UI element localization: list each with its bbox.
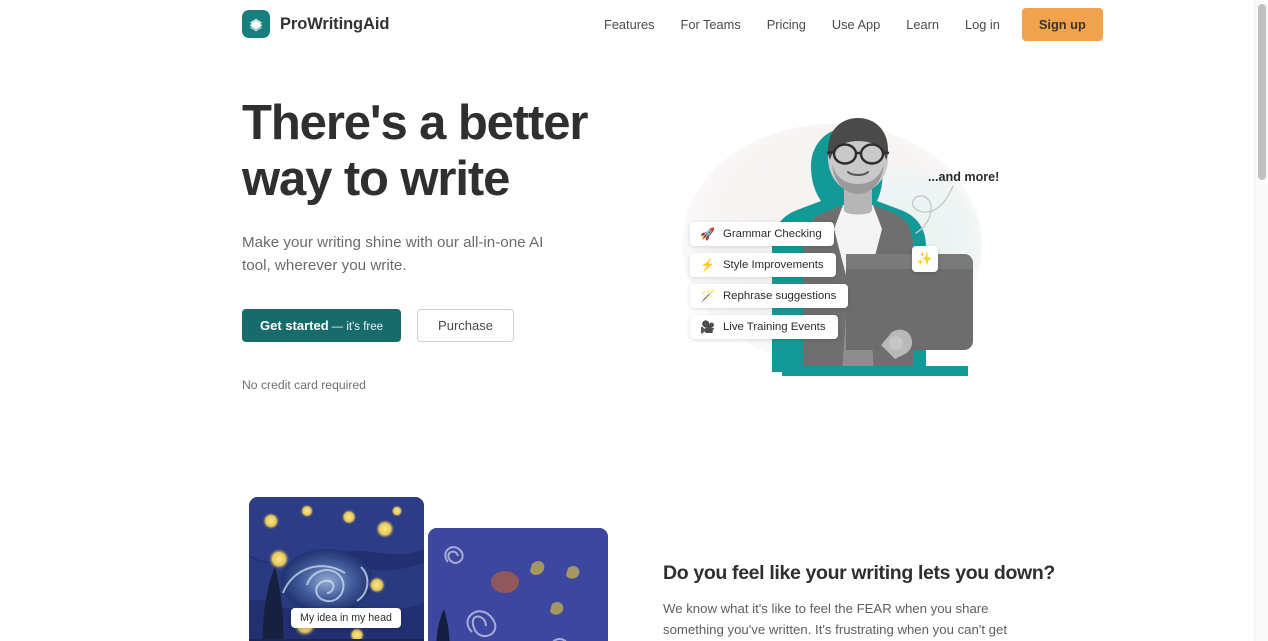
scrollbar-thumb[interactable] — [1258, 4, 1266, 180]
get-started-button[interactable]: Get started — it's free — [242, 308, 402, 342]
and-more-label: ...and more! — [928, 170, 1000, 184]
camera-icon: 🎥 — [700, 320, 715, 334]
get-started-sublabel: — it's free — [331, 320, 384, 333]
feature-chip[interactable]: 🎥 Live Training Events — [690, 315, 838, 339]
sparkles-icon: ✨ — [912, 246, 938, 272]
section-title: Do you feel like your writing lets you d… — [663, 562, 1055, 584]
section-body: We know what it's like to feel the FEAR … — [663, 601, 1008, 638]
sign-up-button[interactable]: Sign up — [1021, 7, 1103, 41]
feature-chip[interactable]: ⚡ Style Improvements — [690, 253, 836, 277]
writing-lets-you-down-section: Do you feel like your writing lets you d… — [663, 562, 1055, 641]
feature-chip-list: 🚀 Grammar Checking ⚡ Style Improvements … — [690, 222, 849, 339]
feature-chip-label: Rephrase suggestions — [722, 290, 837, 302]
feature-chip-label: Live Training Events — [722, 321, 826, 333]
hero-subtitle: Make your writing shine with our all-in-… — [242, 233, 544, 275]
nav-link-use-app[interactable]: Use App — [832, 11, 880, 38]
hero-cta-group: Get started — it's free Purchase — [242, 308, 642, 342]
vertical-scrollbar[interactable] — [1254, 0, 1268, 641]
nav-link-learn[interactable]: Learn — [906, 11, 939, 38]
hero-section: There's a better way to write Make your … — [242, 96, 642, 392]
stacked-pages-icon — [242, 10, 270, 38]
site-header: ProWritingAid Features For Teams Pricing… — [0, 0, 1254, 48]
hero-illustration: ...and more! ✨ 🚀 Grammar Checking ⚡ Styl… — [660, 104, 1010, 384]
feature-chip[interactable]: 🪄 Rephrase suggestions — [690, 284, 849, 308]
no-credit-card-note: No credit card required — [242, 377, 366, 392]
nav-link-features[interactable]: Features — [604, 11, 655, 38]
bolt-icon: ⚡ — [700, 258, 715, 272]
hero-title: There's a better way to write — [242, 96, 588, 206]
feature-chip-label: Grammar Checking — [722, 228, 822, 240]
brand-logo-link[interactable]: ProWritingAid — [242, 10, 389, 38]
idea-caption-label: My idea in my head — [291, 608, 401, 628]
rocket-icon: 🚀 — [700, 227, 715, 241]
doodle-panel — [428, 528, 608, 641]
nav-link-log-in[interactable]: Log in — [965, 11, 1000, 38]
feature-chip[interactable]: 🚀 Grammar Checking — [690, 222, 834, 246]
main-navigation: Features For Teams Pricing Use App Learn… — [604, 0, 1103, 48]
page-root: ProWritingAid Features For Teams Pricing… — [0, 0, 1268, 641]
balloon-squiggle-icon — [911, 185, 954, 234]
purchase-button[interactable]: Purchase — [417, 308, 514, 342]
feature-chip-label: Style Improvements — [722, 259, 824, 271]
nav-link-for-teams[interactable]: For Teams — [681, 11, 741, 38]
wand-icon: 🪄 — [700, 289, 715, 303]
nav-link-pricing[interactable]: Pricing — [767, 11, 806, 38]
get-started-label: Get started — [260, 317, 329, 333]
doodle-image — [428, 528, 608, 641]
brand-name: ProWritingAid — [280, 14, 390, 33]
